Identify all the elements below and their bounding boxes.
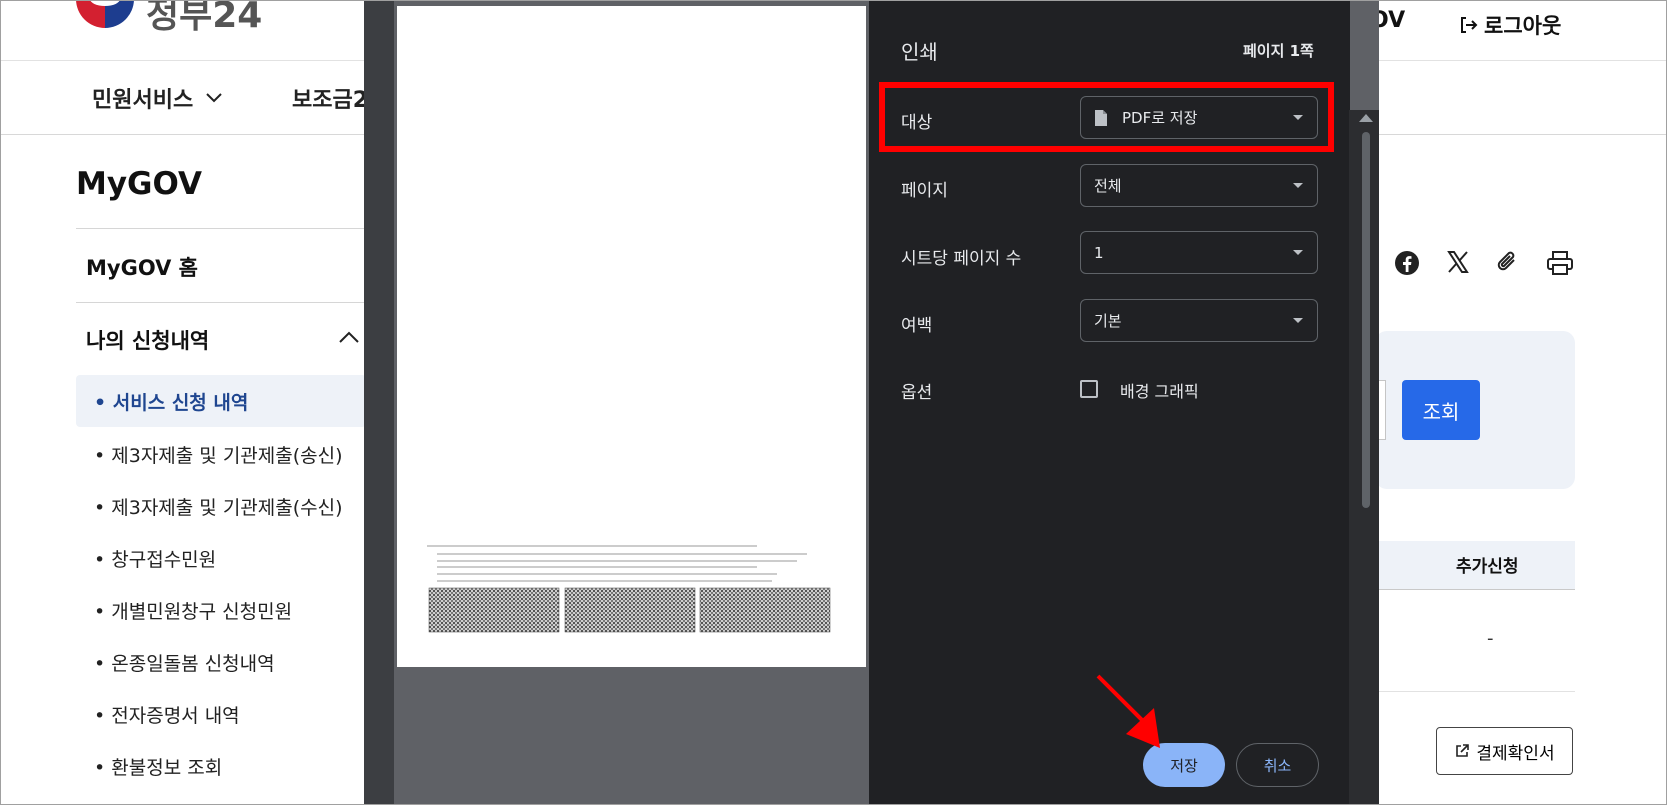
sidebar-item-label: 개별민원창구 신청민원 [111,601,293,623]
preview-side-strip [364,0,394,805]
background-graphics-label[interactable]: 배경 그래픽 [1120,378,1199,402]
pages-value: 전체 [1094,177,1122,195]
logout-icon [1461,17,1478,33]
sidebar-item-third-party-received[interactable]: • 제3자제출 및 기관제출(수신) [94,493,343,520]
sidebar-item-label: 제3자제출 및 기관제출(송신) [111,445,343,467]
background-graphics-checkbox[interactable] [1080,380,1098,398]
sidebar-item-label: 서비스 신청 내역 [112,392,249,414]
print-dialog-title: 인쇄 [901,40,938,64]
logout-link[interactable]: 로그아웃 [1458,10,1561,40]
cancel-button[interactable]: 취소 [1236,743,1319,787]
sidebar-item-label: 전자증명서 내역 [111,705,240,727]
paperclip-icon[interactable] [1496,250,1520,276]
sidebar-item-mygov-home[interactable]: MyGOV 홈 [86,252,198,282]
sidebar-item-service-applications[interactable]: • 서비스 신청 내역 [94,388,248,415]
sidebar-item-label: 온종일돌봄 신청내역 [111,653,275,675]
annotation-arrow-icon [1096,674,1160,748]
sidebar-divider [76,302,366,303]
nav-item-civil-service[interactable]: 민원서비스 [92,82,223,114]
print-page-count: 페이지 1쪽 [1243,42,1314,60]
dialog-scrollbar-thumb[interactable] [1362,132,1370,508]
margins-label: 여백 [901,316,933,336]
dropdown-caret-icon [1293,183,1303,188]
sidebar-item-individual-counter[interactable]: • 개별민원창구 신청민원 [94,597,292,624]
margins-value: 기본 [1094,312,1122,330]
sidebar-item-counter-applications[interactable]: • 창구접수민원 [94,545,216,572]
margins-select[interactable]: 기본 [1080,299,1318,342]
scroll-up-arrow-icon[interactable] [1359,114,1373,122]
facebook-icon[interactable] [1394,250,1420,276]
pages-select[interactable]: 전체 [1080,164,1318,207]
table-header-additional-request: 추가신청 [1456,557,1519,577]
pages-label: 페이지 [901,181,948,201]
payment-receipt-button[interactable]: 결제확인서 [1436,727,1573,775]
external-link-icon [1456,744,1470,757]
sidebar-item-third-party-sent[interactable]: • 제3자제출 및 기관제출(송신) [94,441,343,468]
sidebar-item-all-day-care[interactable]: • 온종일돌봄 신청내역 [94,649,275,676]
chevron-down-icon [206,93,222,103]
sidebar-divider [76,228,366,229]
query-button[interactable]: 조회 [1402,380,1480,440]
preview-page-content [427,545,831,633]
nav-item-label: 민원서비스 [92,88,194,113]
nav-item-label: 보조금2 [292,88,369,113]
pages-per-sheet-value: 1 [1094,243,1104,262]
receipt-button-label: 결제확인서 [1476,743,1555,764]
sidebar-item-refund-info[interactable]: • 환불정보 조회 [94,753,222,780]
sidebar-item-e-certificates[interactable]: • 전자증명서 내역 [94,701,240,728]
pages-per-sheet-label: 시트당 페이지 수 [901,249,1022,269]
sidebar-item-label: 제3자제출 및 기관제출(수신) [111,497,343,519]
x-twitter-icon[interactable] [1446,250,1470,274]
annotation-highlight-box [879,82,1334,152]
print-icon[interactable] [1546,250,1574,276]
table-row-divider [1375,691,1575,692]
sidebar-item-label: 환불정보 조회 [111,757,223,779]
sidebar-item-label: 창구접수민원 [111,549,217,571]
options-label: 옵션 [901,383,933,403]
dropdown-caret-icon [1293,318,1303,323]
print-preview-page [397,6,866,667]
dropdown-caret-icon [1293,250,1303,255]
nav-item-subsidy[interactable]: 보조금2 [292,82,368,114]
logout-label: 로그아웃 [1484,14,1562,38]
site-logo-text[interactable]: 정부24 [146,0,262,38]
pages-per-sheet-select[interactable]: 1 [1080,231,1318,274]
chevron-up-icon[interactable] [338,330,360,344]
table-cell-additional-request: - [1487,628,1494,649]
sidebar-section-my-applications[interactable]: 나의 신청내역 [86,325,209,355]
sidebar-title: MyGOV [76,166,203,202]
